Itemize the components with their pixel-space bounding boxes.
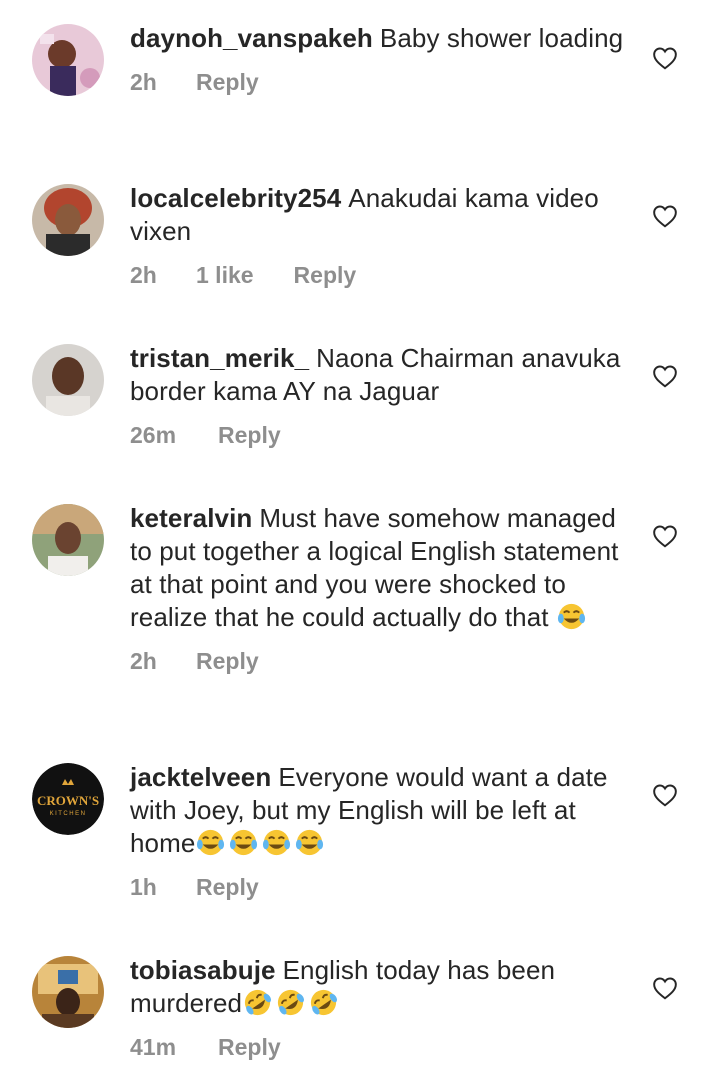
comment-body: tobiasabuje English today has been murder… [130,954,630,1061]
tears-of-joy-emoji-icon [230,829,258,856]
svg-text:KITCHEN: KITCHEN [50,811,87,817]
comment-body: tristan_merik_ Naona Chairman anavuka bor… [130,342,630,449]
avatar[interactable] [32,956,104,1028]
comment-body: daynoh_vanspakeh Baby shower loading 2h R… [130,22,630,96]
heart-outline-icon[interactable] [652,976,678,1000]
tears-of-joy-emoji-icon [296,829,324,856]
comment-body: jacktelveen Everyone would want a date wi… [130,761,630,901]
comment-text: keteralvin Must have somehow managed to p… [130,502,630,634]
reply-button[interactable]: Reply [218,422,281,449]
comment-time: 2h [130,262,157,288]
comment-text: jacktelveen Everyone would want a date wi… [130,761,630,860]
comment-meta: 41m Reply [130,1034,630,1061]
rolling-on-floor-laughing-emoji-icon [244,989,272,1016]
comment-meta: 26m Reply [130,422,630,449]
heart-outline-icon[interactable] [652,204,678,228]
comment-username[interactable]: tristan_merik_ [130,343,309,373]
comment-username[interactable]: daynoh_vanspakeh [130,23,373,53]
comment-meta: 1h Reply [130,874,630,901]
heart-outline-icon[interactable] [652,524,678,548]
comment-time: 41m [130,1034,177,1060]
svg-text:CROWN'S: CROWN'S [37,793,99,808]
tears-of-joy-emoji-icon [557,603,586,630]
reply-button[interactable]: Reply [196,648,259,675]
comment-text: tristan_merik_ Naona Chairman anavuka bor… [130,342,630,408]
heart-outline-icon[interactable] [652,46,678,70]
comment-meta: 2h 1 like Reply [130,262,630,289]
reply-button[interactable]: Reply [196,69,259,96]
avatar[interactable] [32,24,104,96]
tears-of-joy-emoji-icon [197,829,225,856]
comment-username[interactable]: keteralvin [130,503,252,533]
comment-text: localcelebrity254 Anakudai kama video vix… [130,182,630,248]
comment-body: localcelebrity254 Anakudai kama video vix… [130,182,630,289]
avatar[interactable]: CROWN'S KITCHEN [32,763,104,835]
avatar[interactable] [32,184,104,256]
comment-time: 1h [130,874,157,900]
comment-message: Baby shower loading [379,23,624,53]
reply-button[interactable]: Reply [294,262,357,289]
avatar[interactable] [32,504,104,576]
comment-likes[interactable]: 1 like [196,262,254,289]
comment-username[interactable]: jacktelveen [130,762,271,792]
comment-text: tobiasabuje English today has been murder… [130,954,630,1020]
avatar[interactable] [32,344,104,416]
heart-outline-icon[interactable] [652,364,678,388]
rolling-on-floor-laughing-emoji-icon [277,989,305,1016]
rolling-on-floor-laughing-emoji-icon [310,989,338,1016]
reply-button[interactable]: Reply [218,1034,281,1061]
comment-time: 2h [130,69,157,95]
comment-meta: 2h Reply [130,69,630,96]
comment-time: 2h [130,648,157,674]
comment-time: 26m [130,422,177,448]
reply-button[interactable]: Reply [196,874,259,901]
comment-body: keteralvin Must have somehow managed to p… [130,502,630,675]
heart-outline-icon[interactable] [652,783,678,807]
comment-meta: 2h Reply [130,648,630,675]
comment-text: daynoh_vanspakeh Baby shower loading [130,22,630,55]
tears-of-joy-emoji-icon [263,829,291,856]
comment-username[interactable]: localcelebrity254 [130,183,341,213]
comment-username[interactable]: tobiasabuje [130,955,276,985]
